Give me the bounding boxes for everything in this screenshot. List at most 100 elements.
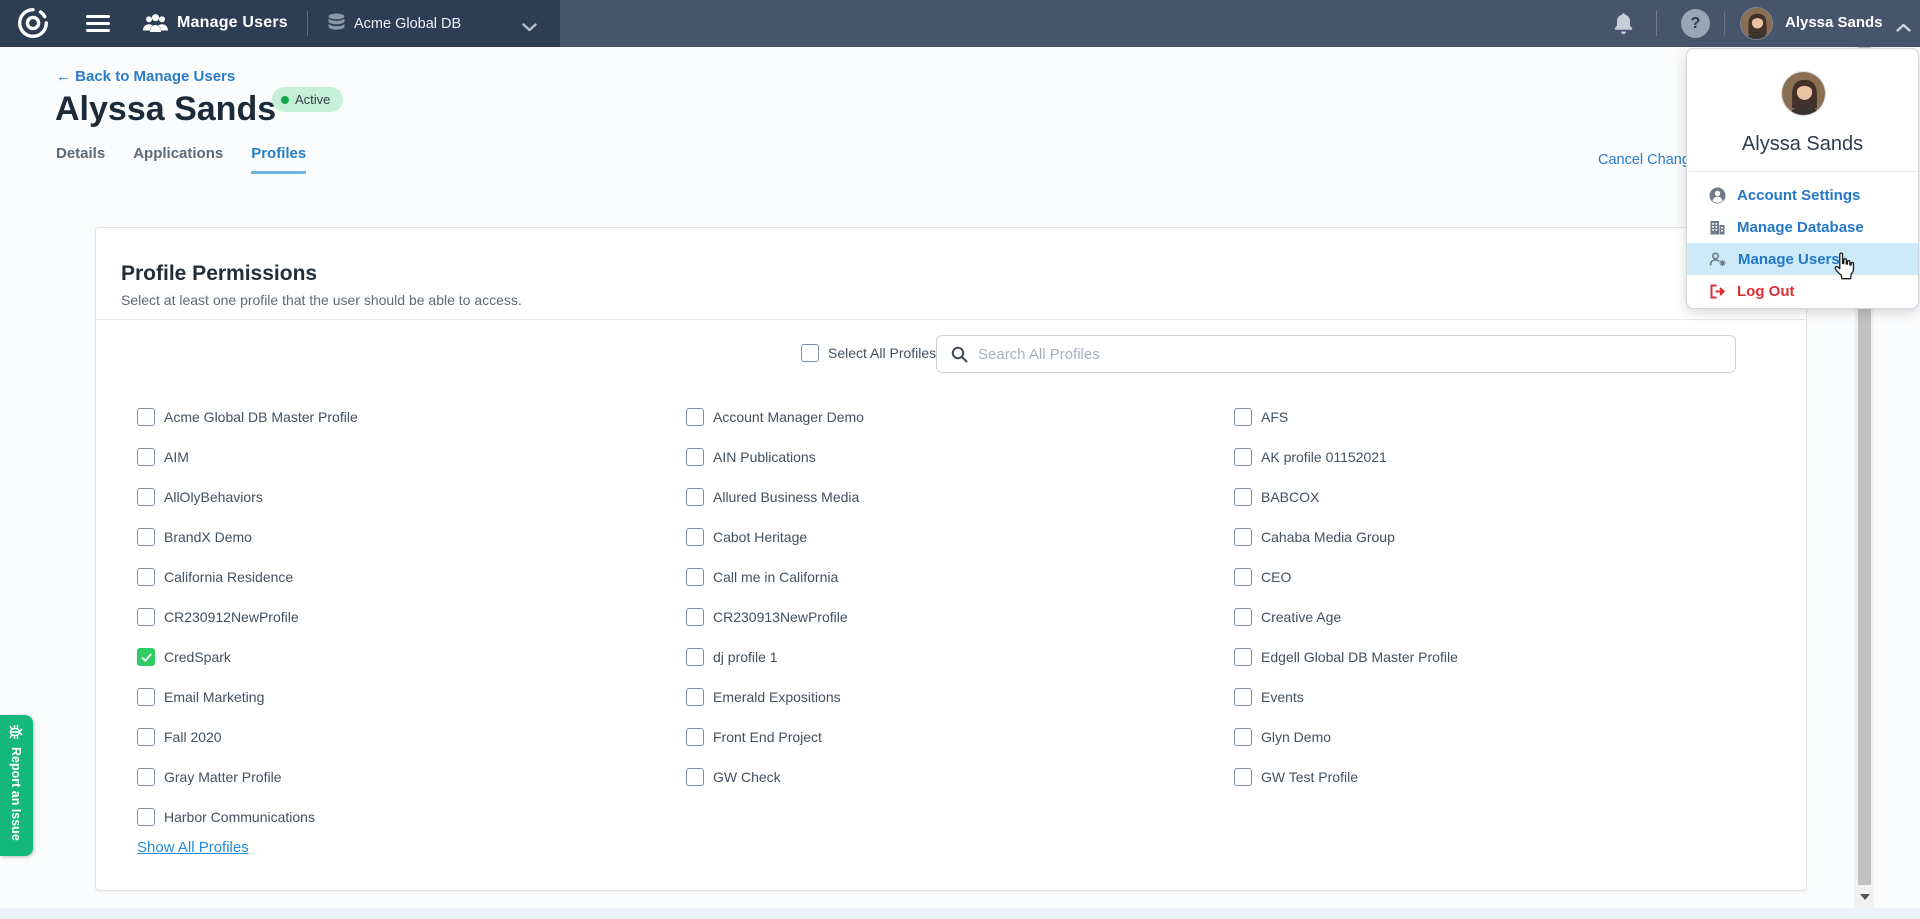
- menu-item-log-out[interactable]: Log Out: [1687, 275, 1918, 307]
- profile-checkbox-label[interactable]: California Residence: [164, 569, 293, 585]
- menu-item-manage-users[interactable]: Manage Users: [1687, 243, 1918, 275]
- select-all-checkbox[interactable]: [801, 344, 819, 362]
- profile-checkbox-label[interactable]: AIN Publications: [713, 449, 816, 465]
- profile-checkbox-label[interactable]: CEO: [1261, 569, 1291, 585]
- profile-checkbox-label[interactable]: AIM: [164, 449, 189, 465]
- help-icon[interactable]: ?: [1681, 9, 1710, 38]
- profile-row: Email Marketing: [137, 688, 358, 706]
- profile-checkbox[interactable]: [1234, 688, 1252, 706]
- profile-row: Front End Project: [686, 728, 864, 746]
- profile-checkbox[interactable]: [686, 728, 704, 746]
- profile-row: Emerald Expositions: [686, 688, 864, 706]
- profile-row: Cahaba Media Group: [1234, 528, 1458, 546]
- profile-checkbox-label[interactable]: CR230913NewProfile: [713, 609, 848, 625]
- chevron-up-icon[interactable]: [1896, 19, 1911, 37]
- profile-row: Creative Age: [1234, 608, 1458, 626]
- back-to-manage-users-link[interactable]: ← Back to Manage Users: [56, 68, 235, 85]
- profile-checkbox[interactable]: [686, 488, 704, 506]
- profile-checkbox[interactable]: [1234, 448, 1252, 466]
- profile-checkbox-label[interactable]: AllOlyBehaviors: [164, 489, 263, 505]
- profile-checkbox-label[interactable]: Email Marketing: [164, 689, 264, 705]
- database-selector-label[interactable]: Acme Global DB: [354, 16, 461, 32]
- profile-checkbox[interactable]: [1234, 768, 1252, 786]
- hamburger-menu-icon[interactable]: [86, 15, 110, 32]
- profile-checkbox-label[interactable]: BrandX Demo: [164, 529, 252, 545]
- profile-checkbox-label[interactable]: Harbor Communications: [164, 809, 315, 825]
- profile-checkbox[interactable]: [137, 648, 155, 666]
- notifications-bell-icon[interactable]: [1612, 11, 1635, 41]
- profile-row: AFS: [1234, 408, 1458, 426]
- profiles-column-2: Account Manager Demo AIN Publications Allu…: [686, 408, 864, 808]
- profile-checkbox-label[interactable]: AFS: [1261, 409, 1288, 425]
- tab-applications[interactable]: Applications: [133, 145, 223, 174]
- scrollbar-down-arrow[interactable]: [1855, 888, 1874, 906]
- profile-checkbox-label[interactable]: Acme Global DB Master Profile: [164, 409, 358, 425]
- card-subtitle: Select at least one profile that the use…: [121, 292, 522, 308]
- profile-row: AIM: [137, 448, 358, 466]
- avatar[interactable]: [1740, 7, 1773, 40]
- profile-row: Events: [1234, 688, 1458, 706]
- menu-item-manage-database[interactable]: Manage Database: [1687, 211, 1918, 243]
- profile-checkbox-label[interactable]: BABCOX: [1261, 489, 1319, 505]
- tab-details[interactable]: Details: [56, 145, 105, 174]
- profile-checkbox-label[interactable]: AK profile 01152021: [1261, 449, 1387, 465]
- chevron-down-icon[interactable]: [522, 19, 537, 37]
- menu-item-account-settings[interactable]: Account Settings: [1687, 179, 1918, 211]
- tab-profiles[interactable]: Profiles: [251, 145, 306, 174]
- profile-checkbox[interactable]: [686, 448, 704, 466]
- profile-row: BrandX Demo: [137, 528, 358, 546]
- profile-checkbox[interactable]: [1234, 488, 1252, 506]
- profile-checkbox-label[interactable]: Call me in California: [713, 569, 838, 585]
- report-an-issue-button[interactable]: Report an Issue: [0, 715, 33, 856]
- profile-checkbox[interactable]: [1234, 528, 1252, 546]
- profile-checkbox-label[interactable]: CR230912NewProfile: [164, 609, 299, 625]
- report-issue-label: Report an Issue: [10, 747, 24, 841]
- profile-checkbox[interactable]: [137, 408, 155, 426]
- profile-checkbox-label[interactable]: Cahaba Media Group: [1261, 529, 1395, 545]
- profile-checkbox[interactable]: [686, 528, 704, 546]
- navbar-user-name[interactable]: Alyssa Sands: [1785, 14, 1883, 31]
- card-title: Profile Permissions: [121, 262, 317, 286]
- profile-checkbox[interactable]: [686, 648, 704, 666]
- profile-checkbox[interactable]: [137, 488, 155, 506]
- profile-checkbox-label[interactable]: Creative Age: [1261, 609, 1341, 625]
- profile-checkbox-label[interactable]: Gray Matter Profile: [164, 769, 281, 785]
- profile-checkbox-label[interactable]: Account Manager Demo: [713, 409, 864, 425]
- profile-checkbox[interactable]: [686, 408, 704, 426]
- card-divider: [96, 319, 1806, 320]
- profile-checkbox-label[interactable]: Glyn Demo: [1261, 729, 1331, 745]
- profile-checkbox[interactable]: [137, 528, 155, 546]
- profile-checkbox-label[interactable]: Events: [1261, 689, 1304, 705]
- profile-checkbox[interactable]: [137, 768, 155, 786]
- profile-checkbox[interactable]: [137, 568, 155, 586]
- profile-checkbox[interactable]: [686, 768, 704, 786]
- profile-checkbox[interactable]: [1234, 568, 1252, 586]
- profile-checkbox-label[interactable]: Fall 2020: [164, 729, 222, 745]
- profile-checkbox-label[interactable]: Cabot Heritage: [713, 529, 807, 545]
- profile-checkbox[interactable]: [137, 608, 155, 626]
- search-input[interactable]: [978, 346, 1735, 363]
- show-all-profiles-link[interactable]: Show All Profiles: [137, 839, 249, 856]
- profile-checkbox-label[interactable]: Front End Project: [713, 729, 822, 745]
- profile-checkbox[interactable]: [137, 688, 155, 706]
- profile-checkbox-label[interactable]: Emerald Expositions: [713, 689, 841, 705]
- profile-checkbox-label[interactable]: dj profile 1: [713, 649, 778, 665]
- profile-checkbox-label[interactable]: GW Check: [713, 769, 781, 785]
- profile-checkbox[interactable]: [686, 688, 704, 706]
- profile-checkbox[interactable]: [1234, 648, 1252, 666]
- profile-checkbox-label[interactable]: Edgell Global DB Master Profile: [1261, 649, 1458, 665]
- profile-checkbox-label[interactable]: GW Test Profile: [1261, 769, 1358, 785]
- profile-checkbox-label[interactable]: CredSpark: [164, 649, 231, 665]
- profile-checkbox[interactable]: [1234, 408, 1252, 426]
- profile-checkbox[interactable]: [1234, 728, 1252, 746]
- select-all-label[interactable]: Select All Profiles: [828, 345, 936, 361]
- profile-checkbox[interactable]: [686, 568, 704, 586]
- profile-checkbox[interactable]: [686, 608, 704, 626]
- profile-checkbox[interactable]: [1234, 608, 1252, 626]
- omeda-logo-icon[interactable]: [18, 8, 48, 38]
- profile-checkbox[interactable]: [137, 728, 155, 746]
- profile-checkbox[interactable]: [137, 448, 155, 466]
- menu-item-label: Manage Users: [1738, 251, 1840, 268]
- profile-checkbox-label[interactable]: Allured Business Media: [713, 489, 859, 505]
- profile-checkbox[interactable]: [137, 808, 155, 826]
